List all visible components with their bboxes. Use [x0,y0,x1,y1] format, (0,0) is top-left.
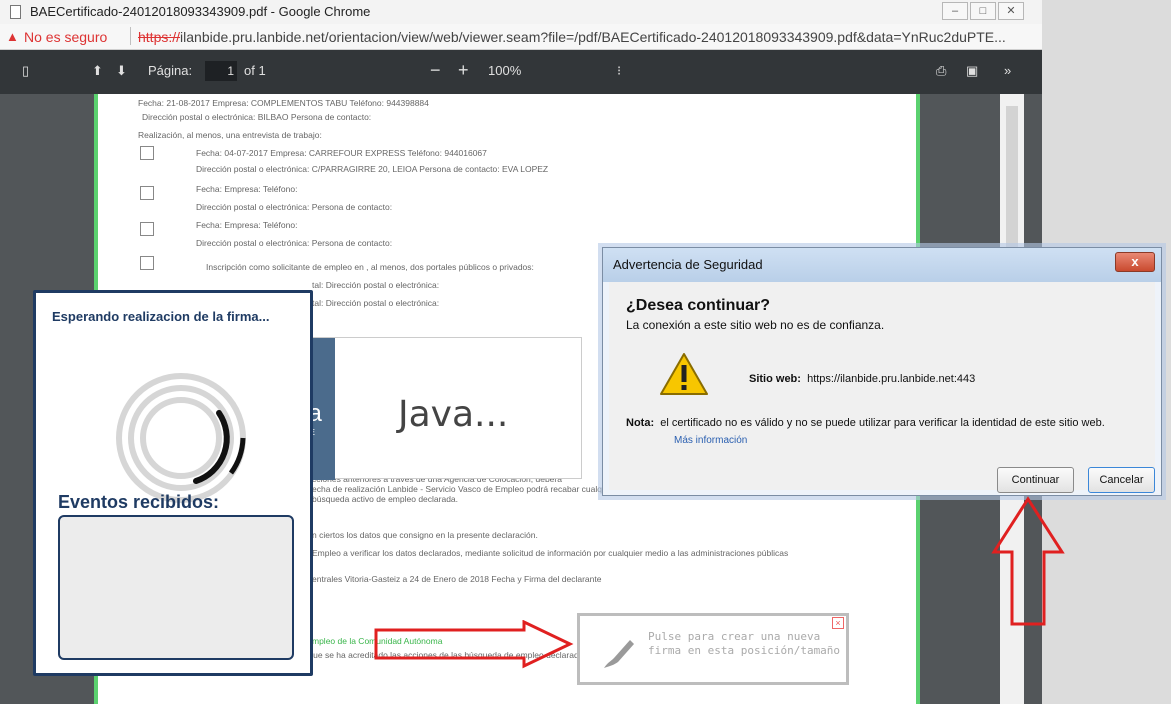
address-bar[interactable]: ▲ No es seguro https://ilanbide.pru.lanb… [0,24,1042,50]
screen: BAECertificado-24012018093343909.pdf - G… [0,0,1171,704]
doc-line: Fecha: 21-08-2017 Empresa: COMPLEMENTOS … [138,98,429,108]
address-separator [130,27,131,45]
site-label: Sitio web: [749,373,801,385]
doc-line: búsqueda activo de empleo declarada. [312,494,459,504]
security-dialog: Advertencia de Seguridad x ¿Desea contin… [602,247,1162,496]
signature-placeholder[interactable]: Pulse para crear una nueva firma en esta… [577,613,849,685]
zoom-dropdown-icon[interactable]: ⁝ [617,63,621,79]
doc-line: Realización, al menos, una entrevista de… [138,130,322,140]
more-info-link[interactable]: Más información [674,435,747,446]
red-arrow-up-icon [991,496,1065,626]
doc-line: entrales Vitoria-Gasteiz a 24 de Enero d… [312,574,602,584]
dialog-body: ¿Desea continuar? La conexión a este sit… [609,282,1155,493]
doc-line: Fecha: 04-07-2017 Empresa: CARREFOUR EXP… [196,148,487,158]
cancel-button[interactable]: Cancelar [1088,467,1155,493]
warning-icon: ▲ [6,29,19,44]
sidebar-toggle-icon[interactable]: ▯ [22,63,29,79]
note-label: Nota: [626,417,655,429]
note-text: el certificado no es válido y no se pued… [660,417,1105,429]
signature-hint-line1: Pulse para crear una nueva [648,630,821,643]
zoom-in-icon[interactable]: + [458,60,469,81]
url-text[interactable]: https://ilanbide.pru.lanbide.net/orienta… [138,29,1006,45]
signature-hint: Pulse para crear una nueva firma en esta… [648,630,840,658]
url-scheme: https:// [138,29,181,45]
zoom-out-icon[interactable]: − [430,60,441,81]
download-icon[interactable]: ▣ [966,63,978,79]
doc-line: Dirección postal o electrónica: BILBAO P… [142,112,372,122]
maximize-button[interactable]: □ [970,2,996,20]
doc-line: Dirección postal o electrónica: C/PARRAG… [196,164,549,174]
events-title: Eventos recibidos: [58,492,220,512]
doc-line: Fecha: Empresa: Teléfono: [196,184,298,194]
close-window-button[interactable]: ✕ [998,2,1024,20]
dialog-subtitle: La conexión a este sitio web no es de co… [626,318,885,332]
signature-close-icon[interactable]: × [832,617,844,629]
more-tools-icon[interactable]: » [1004,63,1011,78]
previous-page-icon[interactable]: ⬆ [92,63,103,79]
checkbox[interactable] [140,256,154,270]
loading-spinner-icon [116,373,246,503]
doc-line: tal: Dirección postal o electrónica: [312,298,440,308]
checkbox[interactable] [140,222,154,236]
window-controls: – □ ✕ [942,2,1024,20]
doc-line: n ciertos los datos que consigno en la p… [312,530,538,540]
java-loading-text: Java... [398,394,509,435]
page-label: Página: [148,63,193,78]
zoom-level[interactable]: 100% [488,63,521,78]
doc-line: Fecha: Empresa: Teléfono: [196,220,298,230]
site-value: https://ilanbide.pru.lanbide.net:443 [807,373,976,385]
events-box [58,515,294,660]
doc-line: tal: Dirección postal o electrónica: [312,280,440,290]
page-total: of 1 [244,63,266,78]
site-info: Sitio web: https://ilanbide.pru.lanbide.… [749,373,975,385]
red-arrow-right-icon [374,620,574,669]
title-bar: BAECertificado-24012018093343909.pdf - G… [0,0,1042,24]
insecure-label[interactable]: No es seguro [24,29,107,45]
signature-panel-title: Esperando realizacion de la firma... [52,309,270,324]
print-icon[interactable]: ⎙ [936,63,946,79]
pen-icon [604,640,634,668]
next-page-icon[interactable]: ⬇ [116,63,127,79]
url-path: ilanbide.pru.lanbide.net/orientacion/vie… [180,29,1006,45]
dialog-titlebar: Advertencia de Seguridad x [603,248,1161,282]
continue-button[interactable]: Continuar [997,467,1074,493]
doc-line: Dirección postal o electrónica: Persona … [196,238,393,248]
minimize-button[interactable]: – [942,2,968,20]
checkbox-checked[interactable] [140,146,154,160]
warning-triangle-icon [660,353,708,395]
signature-panel: Esperando realizacion de la firma... Eve… [33,290,313,676]
dialog-title: Advertencia de Seguridad [613,257,763,272]
signature-hint-line2: firma en esta posición/tamaño [648,644,841,657]
doc-line: Dirección postal o electrónica: Persona … [196,202,393,212]
document-icon [10,5,21,19]
window-title: BAECertificado-24012018093343909.pdf - G… [30,4,371,19]
checkbox[interactable] [140,186,154,200]
doc-line: Inscripción como solicitante de empleo e… [206,262,534,272]
doc-line: Empleo a verificar los datos declarados,… [312,548,789,558]
page-number-input[interactable] [205,61,237,81]
pdf-toolbar: ▯ ⬆ ⬇ Página: of 1 − + 100% ⁝ ⎙ ▣ » [0,50,1042,94]
dialog-close-button[interactable]: x [1115,252,1155,272]
dialog-question: ¿Desea continuar? [626,297,771,314]
certificate-note: Nota: el certificado no es válido y no s… [626,417,1105,429]
